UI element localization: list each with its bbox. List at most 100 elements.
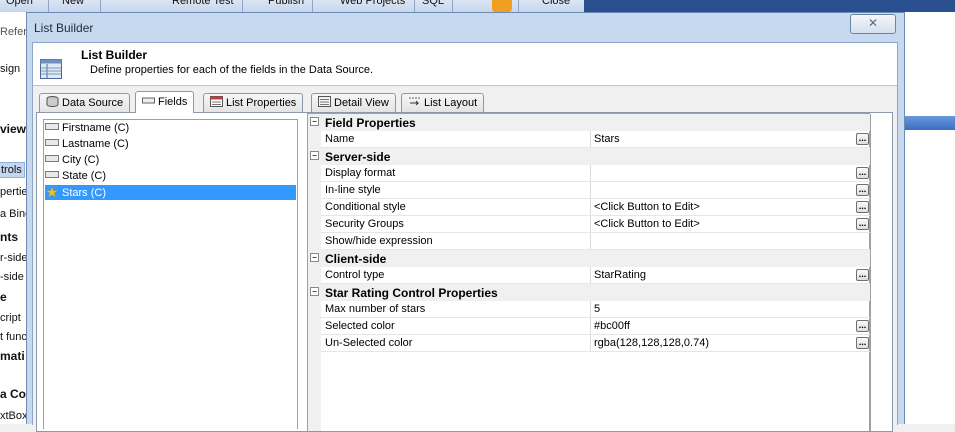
ellipsis-button[interactable]: ... <box>856 218 869 230</box>
toolbar-dark-region <box>584 0 955 12</box>
toolbar-sql-button[interactable]: SQL <box>422 0 444 11</box>
run-icon[interactable] <box>492 0 512 12</box>
background-tree-item[interactable]: pertie <box>0 186 28 198</box>
tab-detail-view[interactable]: Detail View <box>311 93 396 112</box>
background-section-heading: view <box>0 122 27 136</box>
background-tab-label[interactable]: Refer <box>0 26 27 38</box>
textbox-icon <box>45 123 59 130</box>
list-item[interactable]: Firstname (C) <box>45 121 129 136</box>
property-row-inline-style[interactable]: In-line style ... <box>308 182 870 199</box>
property-row-selected-color[interactable]: Selected color #bc00ff ... <box>308 318 870 335</box>
toolbar-open-button[interactable]: Open <box>6 0 33 11</box>
list-builder-dialog: List Builder ✕ List Builder Define prope… <box>26 12 905 432</box>
tab-data-source[interactable]: Data Source <box>39 93 131 112</box>
textbox-icon <box>45 155 59 162</box>
collapse-icon[interactable]: − <box>310 253 319 262</box>
tab-label: List Properties <box>226 97 297 109</box>
property-name: Display format <box>325 167 396 179</box>
dialog-client-area: List Builder Define properties for each … <box>32 42 898 432</box>
close-button[interactable]: ✕ <box>850 14 896 34</box>
database-icon <box>46 96 59 107</box>
textbox-icon <box>45 171 59 178</box>
property-name: Max number of stars <box>325 303 426 315</box>
collapse-icon[interactable]: − <box>310 151 319 160</box>
toolbar-separator <box>452 0 453 12</box>
property-row-security-groups[interactable]: Security Groups <Click Button to Edit> .… <box>308 216 870 233</box>
tab-list-layout[interactable]: List Layout <box>401 93 485 112</box>
ellipsis-button[interactable]: ... <box>856 201 869 213</box>
list-layout-icon <box>409 97 420 106</box>
ellipsis-button[interactable]: ... <box>856 269 869 281</box>
property-value[interactable]: 5 <box>594 303 600 315</box>
ellipsis-button[interactable]: ... <box>856 133 869 145</box>
column-divider <box>590 301 591 318</box>
field-list[interactable]: Firstname (C) Lastname (C) City (C) Stat… <box>43 119 298 429</box>
toolbar-separator <box>48 0 49 12</box>
toolbar-close-button[interactable]: Close <box>542 0 570 11</box>
column-divider <box>590 199 591 216</box>
category-field-properties[interactable]: − Field Properties <box>308 114 870 131</box>
field-label: State (C) <box>62 170 107 182</box>
tab-fields[interactable]: Fields <box>135 91 195 113</box>
ellipsis-button[interactable]: ... <box>856 184 869 196</box>
background-selection-bar <box>905 116 955 130</box>
property-value[interactable]: #bc00ff <box>594 320 630 332</box>
property-row-show-hide-expression[interactable]: Show/hide expression <box>308 233 870 250</box>
property-row-display-format[interactable]: Display format ... <box>308 165 870 182</box>
background-tree-item[interactable]: r-side <box>0 252 28 264</box>
property-value[interactable]: <Click Button to Edit> <box>594 201 700 213</box>
property-value[interactable]: <Click Button to Edit> <box>594 218 700 230</box>
column-divider <box>590 335 591 352</box>
property-name: Security Groups <box>325 218 404 230</box>
toolbar-separator <box>518 0 519 12</box>
toolbar-new-button[interactable]: New <box>62 0 84 11</box>
toolbar-publish-button[interactable]: Publish <box>268 0 304 11</box>
property-name: Selected color <box>325 320 395 332</box>
ellipsis-button[interactable]: ... <box>856 320 869 332</box>
property-row-name[interactable]: Name Stars ... <box>308 131 870 148</box>
list-item[interactable]: State (C) <box>45 169 106 184</box>
property-value[interactable]: rgba(128,128,128,0.74) <box>594 337 709 349</box>
column-divider <box>590 165 591 182</box>
category-client-side[interactable]: − Client-side <box>308 250 870 267</box>
property-value[interactable]: StarRating <box>594 269 646 281</box>
background-tree-item[interactable]: xtBox <box>0 410 28 422</box>
collapse-icon[interactable]: − <box>310 287 319 296</box>
background-section-heading: e <box>0 290 7 304</box>
property-row-conditional-style[interactable]: Conditional style <Click Button to Edit>… <box>308 199 870 216</box>
background-tree-item[interactable]: cript <box>0 312 21 324</box>
tab-list-properties[interactable]: List Properties <box>203 93 304 112</box>
property-value[interactable]: Stars <box>594 133 620 145</box>
category-star-rating[interactable]: − Star Rating Control Properties <box>308 284 870 301</box>
list-item[interactable]: City (C) <box>45 153 99 168</box>
property-grid-edge <box>870 114 871 431</box>
column-divider <box>590 233 591 250</box>
column-divider <box>590 131 591 148</box>
background-tree-item[interactable]: trols <box>0 162 25 178</box>
field-label: Stars (C) <box>62 187 106 199</box>
list-builder-icon <box>40 59 62 79</box>
toolbar-remote-test-button[interactable]: Remote Test <box>172 0 234 11</box>
background-tree-item[interactable]: -side <box>0 271 24 283</box>
list-item[interactable]: Lastname (C) <box>45 137 129 152</box>
category-label: Server-side <box>325 150 391 164</box>
collapse-icon[interactable]: − <box>310 117 319 126</box>
ellipsis-button[interactable]: ... <box>856 337 869 349</box>
property-name: Name <box>325 133 355 145</box>
header-title: List Builder <box>81 48 148 62</box>
property-row-control-type[interactable]: Control type StarRating ... <box>308 267 870 284</box>
category-server-side[interactable]: − Server-side <box>308 148 870 165</box>
background-tree-item[interactable]: t func <box>0 331 27 343</box>
background-right-panel <box>905 12 955 424</box>
column-divider <box>590 267 591 284</box>
property-row-unselected-color[interactable]: Un-Selected color rgba(128,128,128,0.74)… <box>308 335 870 352</box>
detail-view-icon <box>318 96 331 107</box>
background-design-tab[interactable]: sign <box>0 63 20 75</box>
fields-tab-panel: Firstname (C) Lastname (C) City (C) Stat… <box>36 112 893 432</box>
list-item-selected[interactable]: ★ Stars (C) <box>45 185 296 200</box>
property-row-max-stars[interactable]: Max number of stars 5 <box>308 301 870 318</box>
toolbar-web-projects-button[interactable]: Web Projects <box>340 0 405 11</box>
ellipsis-button[interactable]: ... <box>856 167 869 179</box>
property-name: Un-Selected color <box>325 337 413 349</box>
property-name: Control type <box>325 269 385 281</box>
